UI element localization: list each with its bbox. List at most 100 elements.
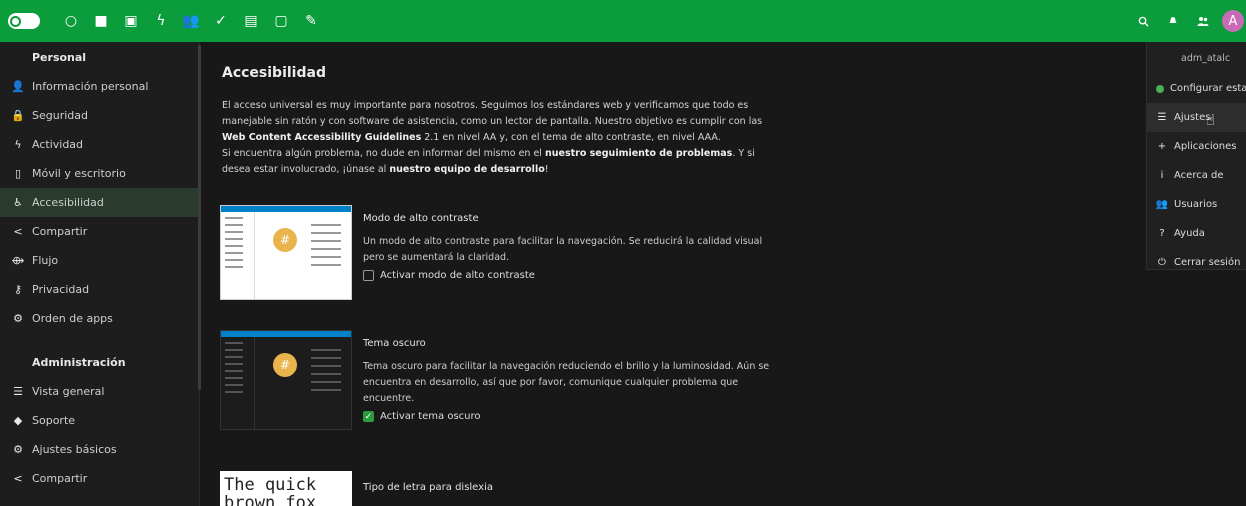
menu-item-label: Aplicaciones [1174,141,1237,152]
notifications-icon[interactable] [1158,6,1188,36]
app-menu: ○ ■ ▣ ϟ 👥 ✓ ▤ ▢ ✎ [56,6,326,36]
high-contrast-preview: # [220,205,352,300]
plus-icon: + [1157,141,1167,152]
sidebar-item-label: Vista general [32,385,105,398]
main-content: Accesibilidad El acceso universal es muy… [206,42,806,506]
high-contrast-description: Un modo de alto contraste para facilitar… [363,236,763,263]
intro-p2-end: ! [544,164,549,175]
sidebar-item-label: Compartir [32,225,88,238]
sidebar-item-label: Flujo [32,254,59,267]
dark-theme-checkbox-row[interactable]: ✓ Activar tema oscuro [363,411,773,422]
sidebar-item-label: Compartir [32,472,88,485]
help-icon: ? [1159,228,1165,239]
settings-sidebar: Personal 👤 Información personal 🔒 Segurida… [0,42,200,506]
contacts-menu-icon[interactable] [1188,6,1218,36]
menu-item-set-status[interactable]: Configurar estado [1147,74,1246,103]
info-icon: i [1160,170,1164,181]
dyslexia-section: The quick brown fox jumped Tipo de letra… [220,471,780,506]
high-contrast-checkbox-row[interactable]: Activar modo de alto contraste [363,270,773,281]
sidebar-item-mobile-desktop[interactable]: ▯ Móvil y escritorio [0,159,199,188]
sidebar-item-app-order[interactable]: ⚙ Orden de apps [0,304,199,333]
sidebar-scrollbar[interactable] [198,45,201,390]
lock-icon: 🔒 [11,109,25,122]
users-icon: 👥 [1155,199,1169,210]
wcag-link[interactable]: Web Content Accessibility Guidelines [222,132,421,143]
dark-theme-checkbox-label[interactable]: Activar tema oscuro [380,411,481,422]
intro-p2: Si encuentra algún problema, no dude en … [222,148,545,159]
dark-theme-preview: # [220,330,352,430]
menu-item-apps[interactable]: + Aplicaciones [1147,132,1246,161]
issue-tracker-link[interactable]: nuestro seguimiento de problemas [545,148,732,159]
gear-icon: ⚙ [13,443,23,456]
high-contrast-checkbox[interactable] [363,270,374,281]
menu-item-users[interactable]: 👥 Usuarios [1147,190,1246,219]
top-header: ○ ■ ▣ ϟ 👥 ✓ ▤ ▢ ✎ A [0,0,1246,42]
menu-item-label: Acerca de [1174,170,1224,181]
dark-theme-text: Tema oscuro Tema oscuro para facilitar l… [363,338,773,422]
key-icon: ⚷ [13,283,23,296]
intro-p1: El acceso universal es muy importante pa… [222,100,763,127]
hand-cursor-icon: ☝ [1206,111,1216,129]
sidebar-item-privacy[interactable]: ⚷ Privacidad [0,275,199,304]
menu-item-label: Cerrar sesión [1174,257,1241,268]
dark-theme-checkbox[interactable]: ✓ [363,411,374,422]
sidebar-item-support[interactable]: ◆ Soporte [0,406,199,435]
dropdown-username: adm_atalc [1181,52,1231,64]
menu-item-logout[interactable]: ⏻ Cerrar sesión [1147,248,1246,269]
high-contrast-title: Modo de alto contraste [363,213,479,224]
menu-item-label: Ajustes [1174,112,1211,123]
dyslexia-title: Tipo de letra para dislexia [363,482,493,493]
activity-icon: ϟ [14,138,22,151]
dyslexia-font-preview: The quick brown fox jumped [220,471,352,506]
contacts-icon[interactable]: 👥 [176,6,206,36]
sidebar-item-label: Privacidad [32,283,90,296]
menu-item-label: Ayuda [1174,228,1205,239]
accessibility-icon: ♿ [13,196,23,209]
sidebar-item-personal-info[interactable]: 👤 Información personal [0,72,199,101]
dashboard-icon[interactable]: ○ [56,6,86,36]
status-dot-icon [1156,84,1164,93]
sidebar-item-activity[interactable]: ϟ Actividad [0,130,199,159]
sidebar-item-overview[interactable]: ☰ Vista general [0,377,199,406]
search-icon[interactable] [1128,6,1158,36]
sidebar-item-basic-settings[interactable]: ⚙ Ajustes básicos [0,435,199,464]
calendar-icon[interactable]: ▤ [236,6,266,36]
user-menu-dropdown: adm_atalc Configurar estado ☰ Ajustes + Ap… [1146,42,1246,270]
sidebar-item-label: Ajustes básicos [32,443,117,456]
header-right: A [1128,0,1246,42]
sidebar-item-label: Soporte [32,414,76,427]
menu-item-help[interactable]: ? Ayuda [1147,219,1246,248]
settings-list-icon: ☰ [1157,112,1167,123]
files-icon[interactable]: ■ [86,6,116,36]
sidebar-item-sharing[interactable]: < Compartir [0,217,199,246]
activity-icon[interactable]: ϟ [146,6,176,36]
menu-item-about[interactable]: i Acerca de [1147,161,1246,190]
phone-icon: ▯ [14,167,22,180]
edit-icon[interactable]: ✎ [296,6,326,36]
user-avatar[interactable]: A [1222,10,1244,32]
tasks-icon[interactable]: ✓ [206,6,236,36]
admin-heading: Administración [32,355,126,369]
high-contrast-section: # Modo de alto contraste Un modo de alto… [220,205,780,305]
menu-item-label: Configurar estado [1170,83,1246,94]
dark-theme-section: # Tema oscuro Tema oscuro para facilitar… [220,330,780,440]
high-contrast-checkbox-label[interactable]: Activar modo de alto contraste [380,270,535,281]
sidebar-item-accessibility[interactable]: ♿ Accesibilidad [0,188,199,217]
personal-heading: Personal [32,50,87,64]
sidebar-item-security[interactable]: 🔒 Seguridad [0,101,199,130]
intro-text: El acceso universal es muy importante pa… [222,98,782,178]
sidebar-item-admin-sharing[interactable]: < Compartir [0,464,199,493]
share-icon: < [13,472,23,485]
menu-item-settings[interactable]: ☰ Ajustes [1147,103,1246,132]
nextcloud-logo[interactable] [8,13,40,29]
thumb-avatar: # [273,353,297,377]
page-title: Accesibilidad [222,65,326,81]
photos-icon[interactable]: ▣ [116,6,146,36]
user-icon: 👤 [11,80,25,93]
notes-icon[interactable]: ▢ [266,6,296,36]
high-contrast-text: Modo de alto contraste Un modo de alto c… [363,213,773,281]
power-icon: ⏻ [1158,257,1166,268]
dev-team-link[interactable]: nuestro equipo de desarrollo [389,164,544,175]
sidebar-item-flow[interactable]: ⟴ Flujo [0,246,199,275]
dark-theme-description: Tema oscuro para facilitar la navegación… [363,361,770,404]
